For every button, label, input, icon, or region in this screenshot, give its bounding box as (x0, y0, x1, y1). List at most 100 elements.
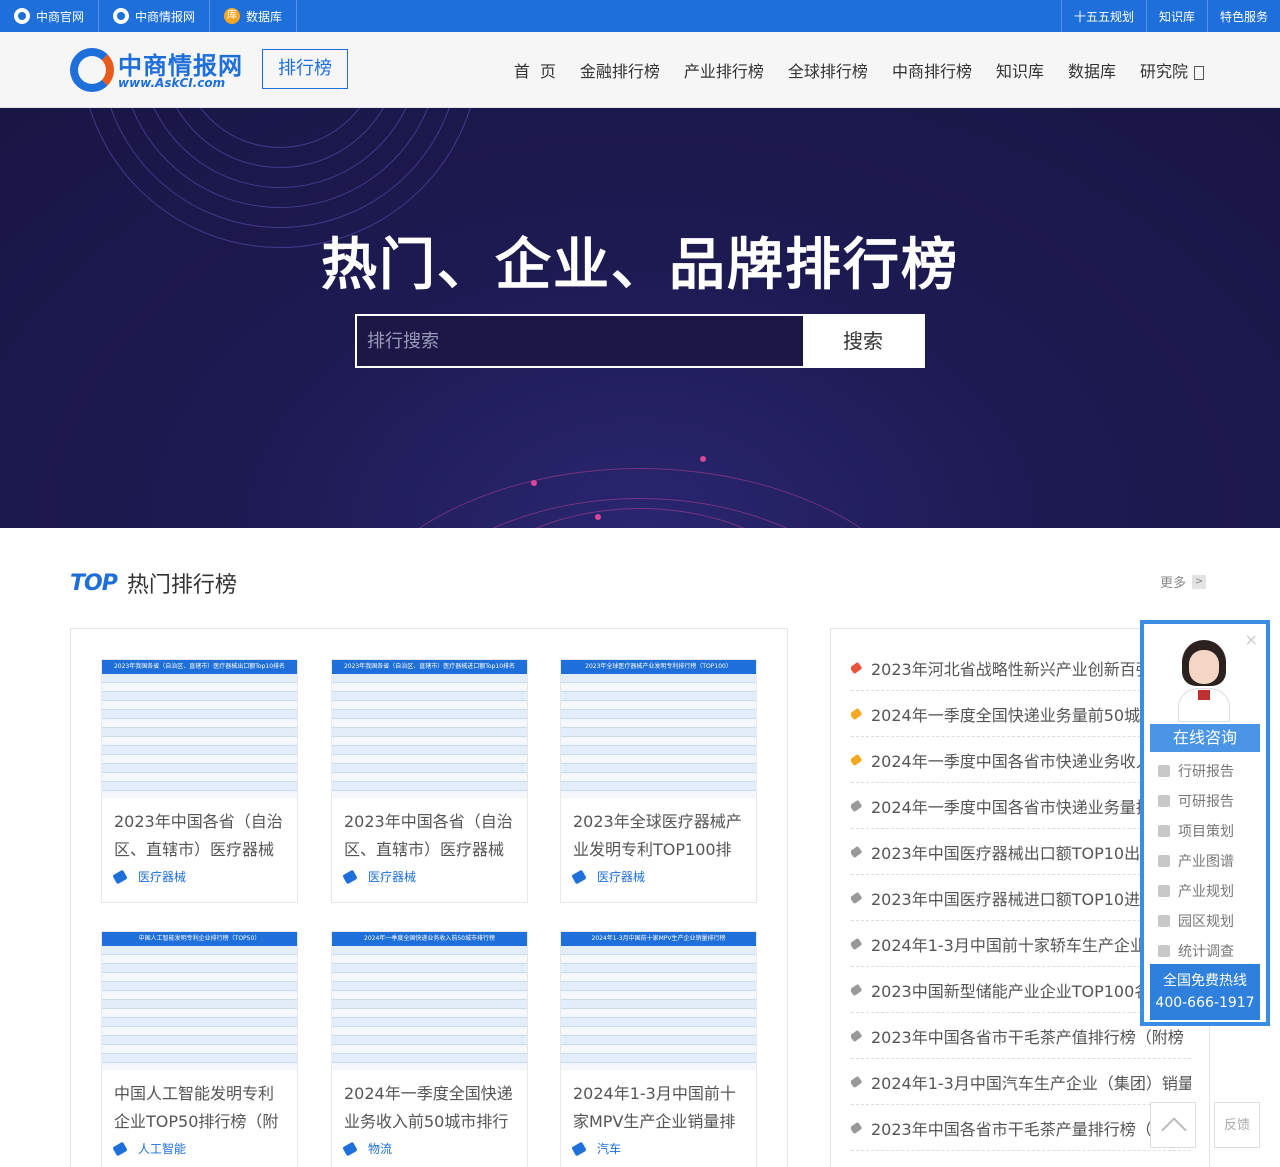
thumb-title: 2023年我国各省（自治区、直辖市）医疗器械出口额Top10排名 (102, 660, 297, 674)
list-item-title: 2024年一季度中国各省市快递业务收入 (871, 751, 1152, 771)
top-logo-icon: TOP (70, 570, 118, 596)
ranking-card[interactable]: 2023年全球医疗器械产业发明专利排行榜（TOP100） 2023年全球医疗器械… (560, 659, 757, 903)
tag-icon (851, 707, 863, 720)
top-bar-right: 十五五规划 知识库 特色服务 (1060, 0, 1280, 32)
consult-item-park-plan[interactable]: 园区规划 (1158, 906, 1258, 936)
ranking-button[interactable]: 排行榜 (262, 49, 348, 89)
trash-icon (1158, 945, 1170, 957)
close-icon[interactable]: × (1245, 630, 1258, 649)
ranking-card[interactable]: 2023年我国各省（自治区、直辖市）医疗器械出口额Top10排名 2023年中国… (101, 659, 298, 903)
heart-icon (1158, 855, 1170, 867)
consult-item-label: 行研报告 (1178, 764, 1234, 780)
site-logo[interactable]: 中商情报网 www.AskCI.com (70, 46, 245, 94)
nav-industry-rank[interactable]: 产业排行榜 (684, 58, 764, 82)
consult-item-label: 可研报告 (1178, 794, 1234, 810)
top-link-askci-info[interactable]: 中商情报网 (99, 0, 211, 32)
tag-icon (342, 869, 358, 884)
askci-logo-mark-icon (70, 48, 114, 92)
ranking-cards-panel: 2023年我国各省（自治区、直辖市）医疗器械出口额Top10排名 2023年中国… (70, 628, 788, 1167)
nav-database[interactable]: 数据库 (1068, 58, 1116, 82)
tag-icon (112, 1141, 128, 1156)
search-box: 搜索 (355, 314, 925, 368)
consult-item-survey[interactable]: 统计调查 (1158, 936, 1258, 966)
tag-icon (851, 1029, 863, 1042)
consult-item-industry-report[interactable]: 行研报告 (1158, 756, 1258, 786)
tag-icon (112, 869, 128, 884)
online-consult-button[interactable]: 在线咨询 (1150, 724, 1260, 752)
document-icon (1194, 65, 1204, 80)
card-tag[interactable]: 人工智能 (112, 1140, 186, 1157)
thumb-title: 中国人工智能发明专利企业排行榜（TOP50） (102, 932, 297, 946)
logo-url: www.AskCI.com (118, 76, 226, 90)
thumb-title: 2023年全球医疗器械产业发明专利排行榜（TOP100） (561, 660, 756, 674)
tag-icon (851, 983, 863, 996)
card-title: 2024年1-3月中国前十家MPV生产企业销量排行 (573, 1084, 736, 1131)
more-link[interactable]: 更多 > (1160, 572, 1207, 591)
list-item-title: 2023年中国医疗器械出口额TOP10出口 (871, 843, 1157, 863)
more-label: 更多 (1160, 576, 1187, 591)
consult-item-label: 项目策划 (1178, 824, 1234, 840)
tag-icon (851, 845, 863, 858)
list-item-title: 2023中国新型储能产业企业TOP100名 (871, 981, 1151, 1001)
ranking-card[interactable]: 2024年一季度全国快递业务收入前50城市排行榜 2024年一季度全国快递业务收… (331, 931, 528, 1167)
list-item-title: 2024年一季度中国各省市快递业务量排 (871, 797, 1152, 817)
clipboard-icon (1158, 825, 1170, 837)
card-title: 中国人工智能发明专利企业TOP50排行榜（附 (114, 1084, 279, 1131)
card-tag-label: 物流 (368, 1142, 393, 1156)
hotline-box[interactable]: 全国免费热线 400-666-1917 (1150, 964, 1260, 1020)
nav-finance-rank[interactable]: 金融排行榜 (580, 58, 660, 82)
card-thumbnail: 2023年我国各省（自治区、直辖市）医疗器械进口额Top10排名 (332, 660, 527, 798)
building-icon (1158, 885, 1170, 897)
list-item-title: 2023年河北省战略性新兴产业创新百强 (871, 659, 1152, 679)
consult-item-project-planning[interactable]: 项目策划 (1158, 816, 1258, 846)
consult-item-feasibility-report[interactable]: 可研报告 (1158, 786, 1258, 816)
card-thumbnail: 中国人工智能发明专利企业排行榜（TOP50） (102, 932, 297, 1070)
ranking-card[interactable]: 2024年1-3月中国前十家MPV生产企业销量排行榜 2024年1-3月中国前十… (560, 931, 757, 1167)
top-bar-left: 中商官网 中商情报网 库 数据库 (0, 0, 298, 32)
list-item[interactable]: 2023年中国各省市干毛茶产量排行榜（附 (851, 1105, 1191, 1151)
hero-decor-dot (595, 514, 601, 520)
search-button[interactable]: 搜索 (803, 316, 923, 366)
top-link-database[interactable]: 库 数据库 (210, 0, 298, 32)
top-link-knowledge[interactable]: 知识库 (1145, 0, 1207, 32)
top-link-special-service[interactable]: 特色服务 (1206, 0, 1280, 32)
list-item-title: 2023年中国各省市干毛茶产值排行榜（附榜 (871, 1027, 1184, 1047)
nav-askci-rank[interactable]: 中商排行榜 (892, 58, 972, 82)
card-thumbnail: 2024年1-3月中国前十家MPV生产企业销量排行榜 (561, 932, 756, 1070)
top-link-15th-plan[interactable]: 十五五规划 (1060, 0, 1146, 32)
card-tag[interactable]: 物流 (342, 1140, 393, 1157)
feedback-button[interactable]: 反馈 (1214, 1102, 1260, 1148)
card-tag[interactable]: 医疗器械 (571, 868, 645, 885)
card-tag[interactable]: 医疗器械 (342, 868, 416, 885)
ranking-card[interactable]: 2023年我国各省（自治区、直辖市）医疗器械进口额Top10排名 2023年中国… (331, 659, 528, 903)
card-tag[interactable]: 医疗器械 (112, 868, 186, 885)
card-tag[interactable]: 汽车 (571, 1140, 622, 1157)
search-input[interactable] (357, 316, 805, 366)
thumb-title: 2024年一季度全国快递业务收入前50城市排行榜 (332, 932, 527, 946)
back-to-top-button[interactable] (1150, 1102, 1196, 1148)
ranking-card[interactable]: 中国人工智能发明专利企业排行榜（TOP50） 中国人工智能发明专利企业TOP50… (101, 931, 298, 1167)
consult-item-industry-plan[interactable]: 产业规划 (1158, 876, 1258, 906)
hero-banner: 热门、企业、品牌排行榜 搜索 (0, 108, 1280, 528)
card-thumbnail: 2024年一季度全国快递业务收入前50城市排行榜 (332, 932, 527, 1070)
tag-icon (571, 869, 587, 884)
consult-item-industry-map[interactable]: 产业图谱 (1158, 846, 1258, 876)
hero-decor-dot (531, 480, 537, 486)
list-item[interactable]: 2024年1-3月中国汽车生产企业（集团）销量 (851, 1059, 1191, 1105)
nav-institute[interactable]: 研究院 (1140, 58, 1204, 82)
tag-icon (851, 753, 863, 766)
tag-icon (851, 799, 863, 812)
section-title: 热门排行榜 (126, 573, 237, 598)
consult-item-label: 统计调查 (1178, 944, 1234, 960)
tag-icon (851, 661, 863, 674)
tag-icon (851, 891, 863, 904)
site-header: 中商情报网 www.AskCI.com 排行榜 首页 金融排行榜 产业排行榜 全… (0, 32, 1280, 108)
nav-home[interactable]: 首页 (514, 58, 566, 82)
list-item-title: 2024年一季度全国快递业务量前50城市 (871, 705, 1157, 725)
card-tag-label: 汽车 (597, 1142, 622, 1156)
nav-knowledge[interactable]: 知识库 (996, 58, 1044, 82)
top-link-askci-official[interactable]: 中商官网 (0, 0, 100, 32)
nav-global-rank[interactable]: 全球排行榜 (788, 58, 868, 82)
card-thumbnail: 2023年我国各省（自治区、直辖市）医疗器械出口额Top10排名 (102, 660, 297, 798)
database-icon: 库 (224, 8, 241, 24)
